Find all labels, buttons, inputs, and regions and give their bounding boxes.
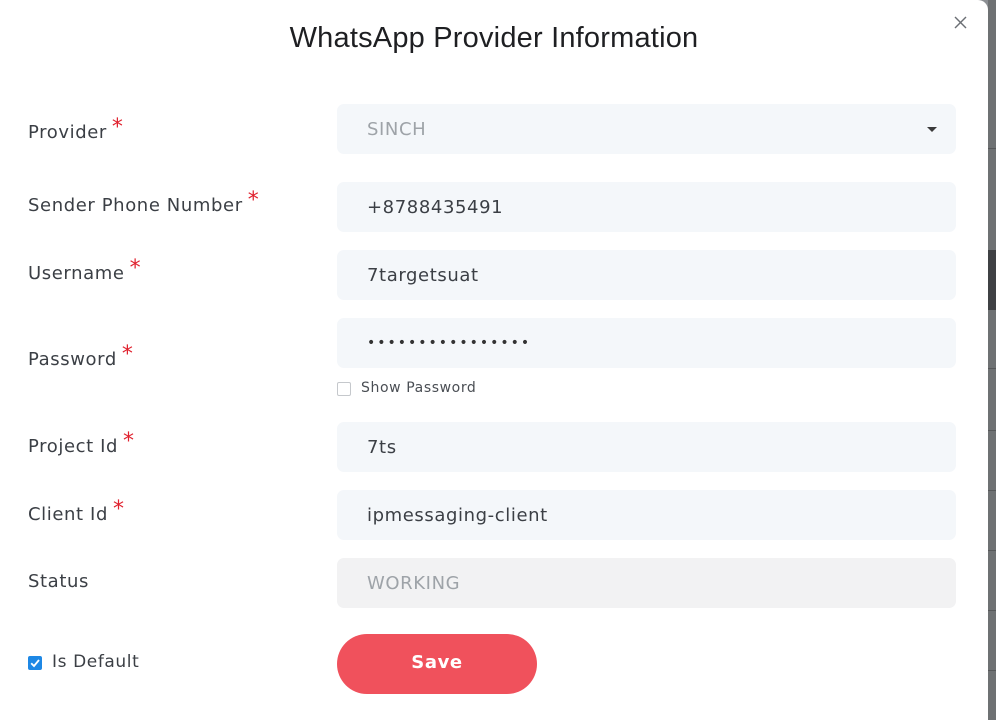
client-id-label: Client Id * — [28, 497, 125, 525]
sender-phone-input[interactable]: +8788435491 — [337, 182, 956, 232]
project-id-input[interactable]: 7ts — [337, 422, 956, 472]
required-marker: * — [111, 115, 124, 140]
status-input: WORKING — [337, 558, 956, 608]
username-value: 7targetsuat — [367, 264, 479, 286]
password-value: •••••••••••••••• — [367, 335, 532, 351]
provider-select-value: SINCH — [367, 118, 427, 140]
required-marker: * — [129, 256, 142, 281]
modal-title: WhatsApp Provider Information — [289, 22, 699, 54]
status-value: WORKING — [367, 572, 461, 594]
save-button[interactable]: Save — [337, 634, 537, 694]
password-label: Password * — [28, 342, 134, 370]
backdrop — [988, 0, 996, 720]
required-marker: * — [121, 342, 134, 367]
provider-select[interactable]: SINCH — [337, 104, 956, 154]
project-id-label: Project Id * — [28, 429, 135, 457]
client-id-input[interactable]: ipmessaging-client — [337, 490, 956, 540]
required-marker: * — [247, 188, 260, 213]
is-default-label: Is Default — [52, 652, 140, 672]
is-default-checkbox[interactable] — [28, 656, 42, 670]
provider-modal: WhatsApp Provider Information Provider * … — [0, 0, 988, 720]
required-marker: * — [112, 497, 125, 522]
show-password-checkbox[interactable] — [337, 382, 351, 396]
username-input[interactable]: 7targetsuat — [337, 250, 956, 300]
sender-phone-label: Sender Phone Number * — [28, 188, 260, 216]
password-input[interactable]: •••••••••••••••• — [337, 318, 956, 368]
required-marker: * — [123, 429, 135, 454]
provider-label: Provider * — [28, 115, 124, 143]
client-id-value: ipmessaging-client — [367, 504, 548, 526]
sender-phone-value: +8788435491 — [367, 196, 504, 218]
check-icon — [30, 659, 40, 668]
chevron-down-icon — [927, 127, 937, 132]
show-password-label: Show Password — [361, 380, 477, 396]
status-label: Status — [28, 571, 89, 592]
username-label: Username * — [28, 256, 142, 284]
project-id-value: 7ts — [367, 436, 397, 458]
